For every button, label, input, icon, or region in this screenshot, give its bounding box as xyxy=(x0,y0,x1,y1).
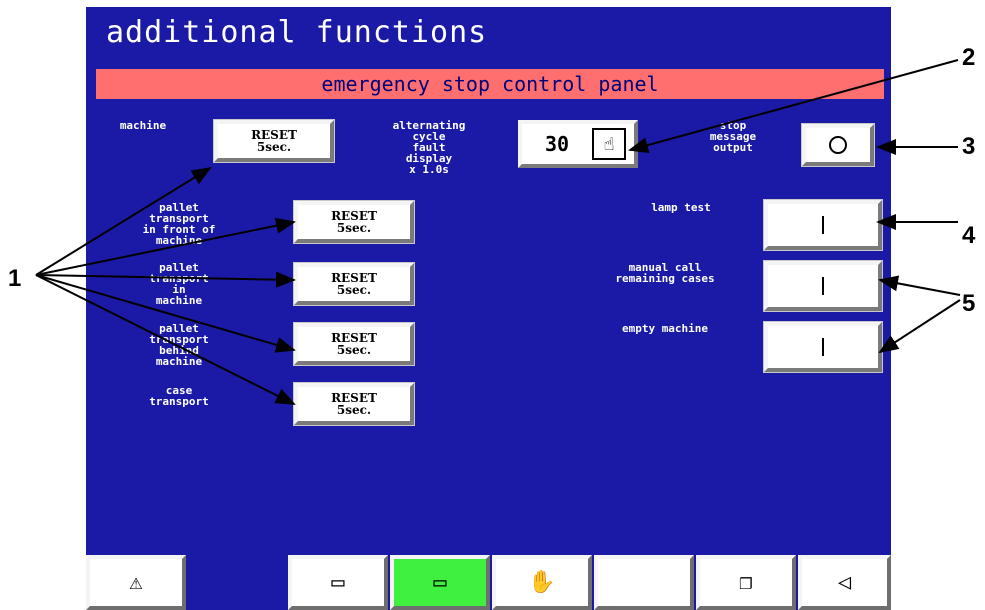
callout-3: 3 xyxy=(962,133,976,160)
arrow-5-empty xyxy=(878,299,961,354)
arrow-1-pallet-in xyxy=(35,271,296,288)
arrow-5-manual xyxy=(878,275,961,296)
callout-5: 5 xyxy=(962,290,976,317)
callout-1: 1 xyxy=(8,265,22,292)
annotation-arrows xyxy=(35,59,961,405)
arrow-1-machine xyxy=(35,166,212,276)
callout-2: 2 xyxy=(962,44,976,71)
arrow-1-pallet-front xyxy=(35,217,296,276)
arrow-2-cycle xyxy=(628,59,959,153)
callout-4: 4 xyxy=(962,222,976,249)
